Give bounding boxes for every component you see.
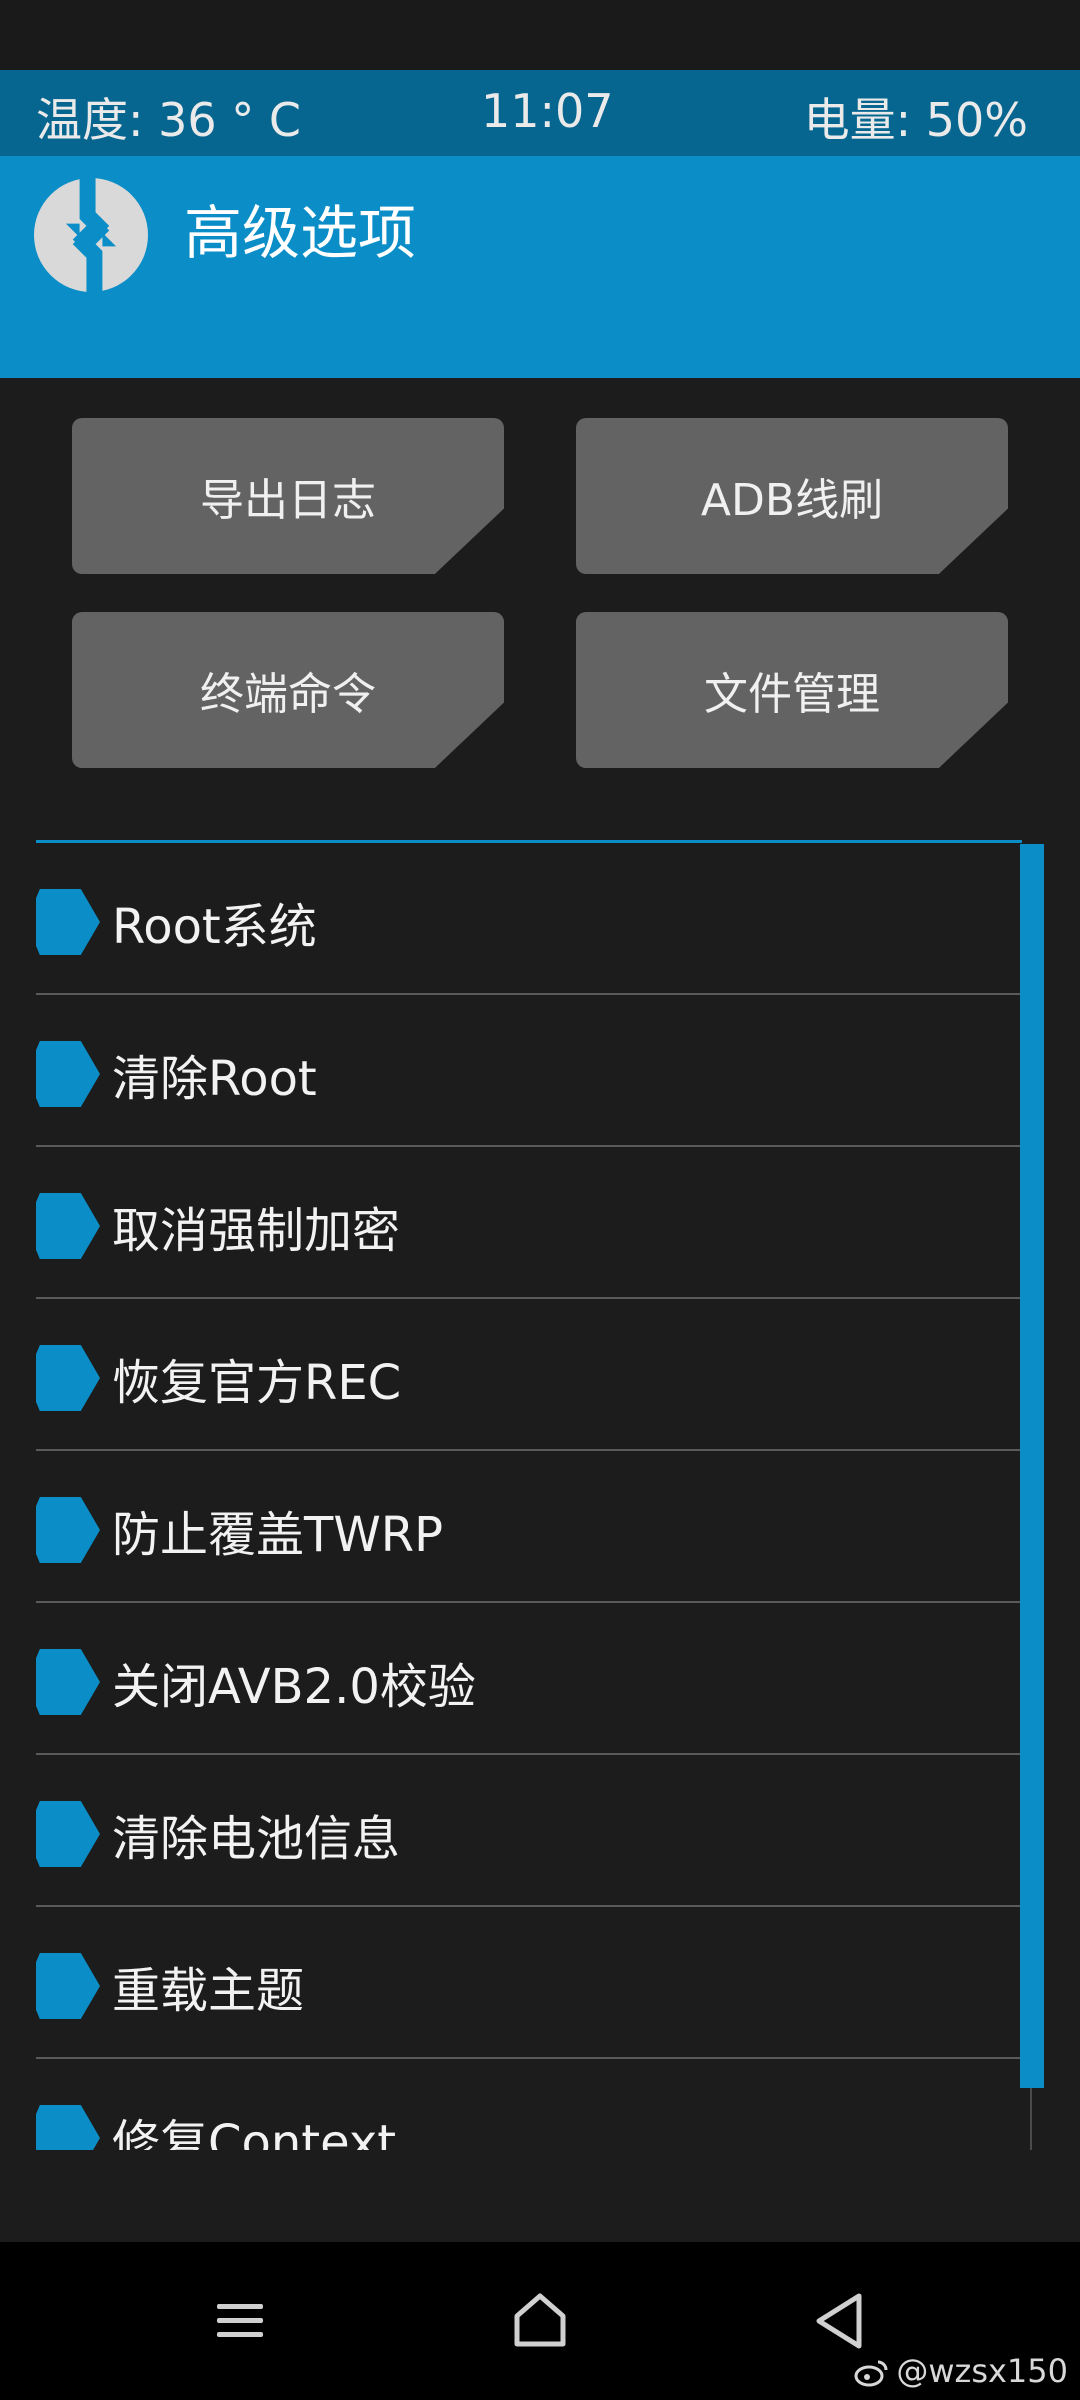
list-bullet-icon <box>36 1953 100 2019</box>
page-header: 高级选项 <box>0 156 1080 378</box>
scrollbar-thumb[interactable] <box>1020 844 1044 2088</box>
weibo-icon <box>854 2360 888 2387</box>
list-bullet-icon <box>36 889 100 955</box>
options-list[interactable]: Root系统 清除Root 取消强制加密 恢复官方REC 防止覆盖TWRP 关闭… <box>36 840 1044 2150</box>
list-item-disable-avb[interactable]: 关闭AVB2.0校验 <box>36 1603 1020 1755</box>
adb-sideload-button-label: ADB线刷 <box>700 475 884 526</box>
watermark-text: @wzsx150 <box>896 2352 1068 2390</box>
list-bullet-icon <box>36 1649 100 1715</box>
file-manager-button[interactable]: 文件管理 <box>576 612 1008 768</box>
list-item-label: 关闭AVB2.0校验 <box>112 1659 476 1715</box>
terminal-button-label: 终端命令 <box>200 669 376 720</box>
home-icon[interactable] <box>505 2286 575 2356</box>
export-log-button-label: 导出日志 <box>200 475 376 526</box>
list-item-label: 防止覆盖TWRP <box>112 1507 444 1563</box>
list-item-prevent-twrp-overwrite[interactable]: 防止覆盖TWRP <box>36 1451 1020 1603</box>
watermark: @wzsx150 <box>854 2352 1068 2390</box>
list-item-remove-root[interactable]: 清除Root <box>36 995 1020 1147</box>
list-item-label: 重载主题 <box>112 1963 305 2019</box>
temperature-readout: 温度: 36 ° C <box>36 93 302 147</box>
list-bullet-icon <box>36 1041 100 1107</box>
list-item-fix-context[interactable]: 修复Context <box>36 2059 1020 2150</box>
list-item-label: 修复Context <box>112 2115 397 2150</box>
list-item-root-system[interactable]: Root系统 <box>36 843 1020 995</box>
clock: 11:07 <box>481 84 614 138</box>
battery-readout: 电量: 50% <box>803 93 1028 147</box>
list-item-clear-battery-stats[interactable]: 清除电池信息 <box>36 1755 1020 1907</box>
list-item-reload-theme[interactable]: 重载主题 <box>36 1907 1020 2059</box>
top-system-bar <box>0 0 1080 70</box>
page-title: 高级选项 <box>184 199 417 267</box>
back-icon[interactable] <box>805 2286 875 2356</box>
terminal-button[interactable]: 终端命令 <box>72 612 504 768</box>
list-item-label: 恢复官方REC <box>112 1355 402 1411</box>
list-item-label: 取消强制加密 <box>112 1203 401 1259</box>
adb-sideload-button[interactable]: ADB线刷 <box>576 418 1008 574</box>
twrp-logo-icon <box>34 178 148 292</box>
list-item-label: 清除Root <box>112 1051 317 1107</box>
status-bar: 温度: 36 ° C 11:07 电量: 50% <box>0 70 1080 156</box>
file-manager-button-label: 文件管理 <box>704 669 880 720</box>
list-bullet-icon <box>36 1193 100 1259</box>
menu-icon[interactable] <box>205 2286 275 2356</box>
list-item-label: Root系统 <box>112 899 317 955</box>
list-item-label: 清除电池信息 <box>112 1811 401 1867</box>
list-bullet-icon <box>36 1801 100 1867</box>
list-bullet-icon <box>36 1497 100 1563</box>
export-log-button[interactable]: 导出日志 <box>72 418 504 574</box>
list-bullet-icon <box>36 1345 100 1411</box>
list-bullet-icon <box>36 2105 100 2150</box>
list-item-disable-encryption[interactable]: 取消强制加密 <box>36 1147 1020 1299</box>
list-item-restore-stock-recovery[interactable]: 恢复官方REC <box>36 1299 1020 1451</box>
